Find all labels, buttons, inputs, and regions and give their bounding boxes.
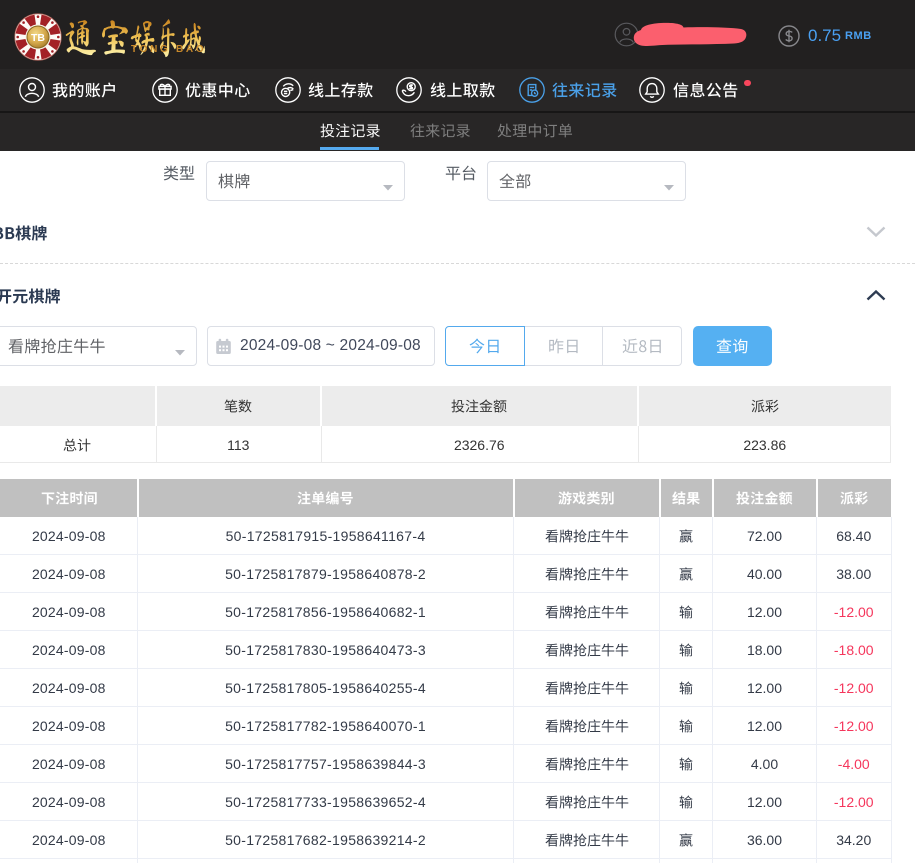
svg-text:TB: TB	[31, 32, 45, 44]
